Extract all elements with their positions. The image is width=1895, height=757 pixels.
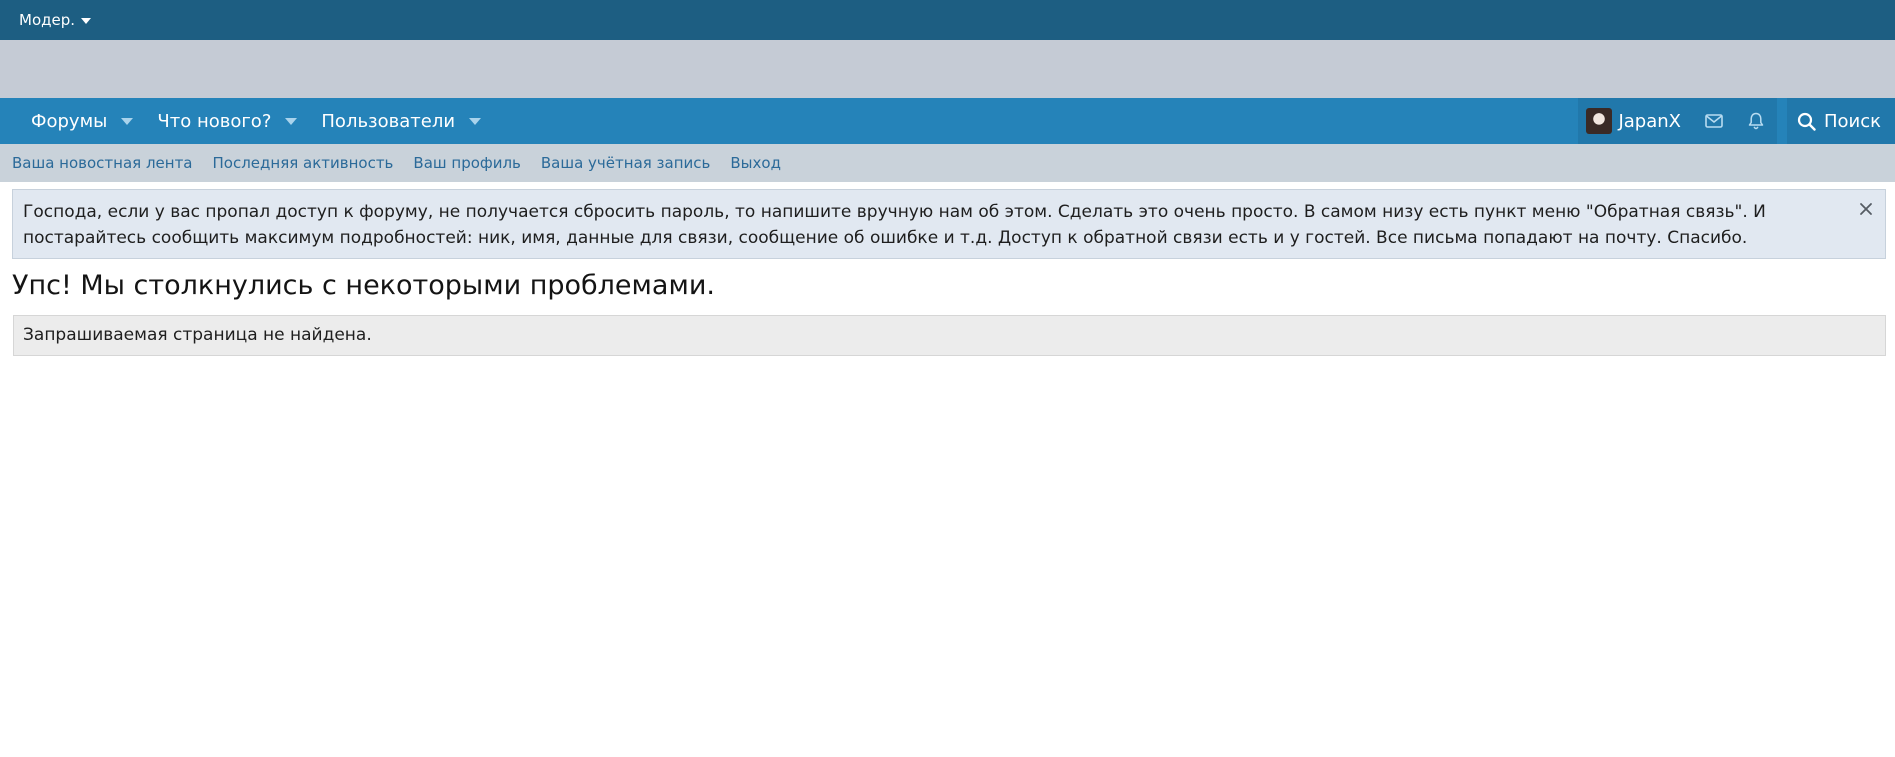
link-your-account[interactable]: Ваша учётная запись [541, 154, 710, 172]
search-label: Поиск [1823, 110, 1881, 132]
staff-bar: Модер. [0, 0, 1895, 40]
caret-down-icon[interactable] [121, 117, 134, 125]
account-group: JapanX [1578, 98, 1777, 144]
page: Модер. Форумы Что нового? Пользователи J… [0, 0, 1895, 757]
tab-label: Форумы [31, 110, 108, 132]
link-latest-activity[interactable]: Последняя активность [213, 154, 394, 172]
moderator-label: Модер. [19, 11, 76, 29]
link-your-profile[interactable]: Ваш профиль [413, 154, 520, 172]
username: JapanX [1618, 110, 1681, 132]
search-button[interactable]: Поиск [1786, 98, 1895, 144]
caret-down-icon[interactable] [469, 117, 482, 125]
error-message-box: Запрашиваемая страница не найдена. [13, 315, 1886, 356]
close-icon [1860, 203, 1872, 215]
nav-tabs: Форумы Что нового? Пользователи [19, 98, 493, 144]
tab-label: Что нового? [157, 110, 272, 132]
nav-account-area: JapanX Поиск [1578, 98, 1895, 144]
account-menu[interactable]: JapanX [1578, 98, 1693, 144]
tab-label: Пользователи [321, 110, 456, 132]
notice-dismiss-button[interactable] [1855, 198, 1877, 220]
moderator-menu[interactable]: Модер. [19, 11, 92, 29]
main-nav: Форумы Что нового? Пользователи JapanX П… [0, 98, 1895, 144]
notice-banner: Господа, если у вас пропал доступ к фору… [12, 189, 1886, 259]
avatar [1586, 108, 1613, 134]
error-message: Запрашиваемая страница не найдена. [23, 325, 372, 345]
sub-nav: Ваша новостная лента Последняя активност… [0, 144, 1895, 182]
header-band [0, 40, 1895, 98]
alerts-button[interactable] [1735, 98, 1777, 144]
envelope-icon [1705, 114, 1723, 128]
notice-text: Господа, если у вас пропал доступ к фору… [23, 202, 1766, 248]
caret-down-icon[interactable] [285, 117, 298, 125]
tab-whats-new[interactable]: Что нового? [145, 98, 309, 144]
search-icon [1797, 112, 1816, 131]
bell-icon [1748, 112, 1764, 130]
link-logout[interactable]: Выход [730, 154, 781, 172]
caret-down-icon [81, 18, 92, 24]
tab-forums[interactable]: Форумы [19, 98, 145, 144]
conversations-button[interactable] [1693, 98, 1735, 144]
link-news-feed[interactable]: Ваша новостная лента [12, 154, 193, 172]
page-title: Упс! Мы столкнулись с некоторыми проблем… [12, 270, 715, 301]
tab-members[interactable]: Пользователи [309, 98, 493, 144]
